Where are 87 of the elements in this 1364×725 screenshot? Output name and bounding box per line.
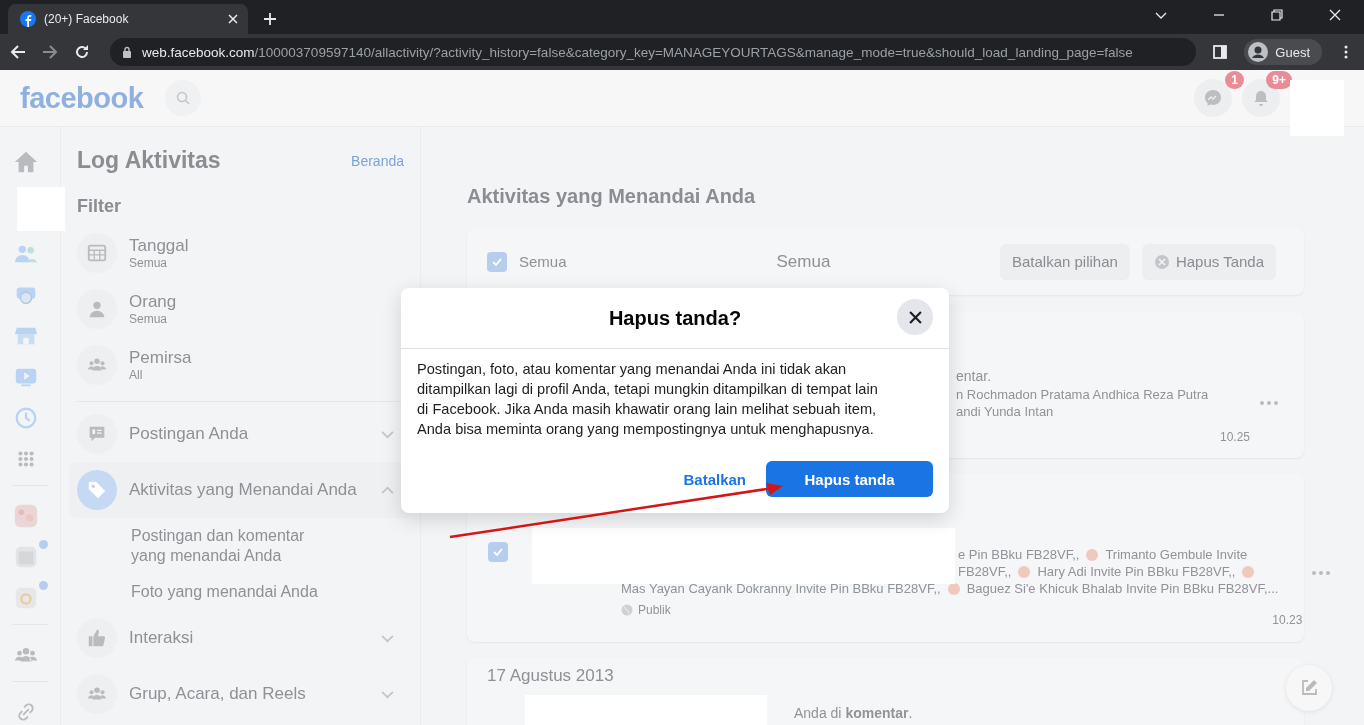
remove-tag-button[interactable]: Hapus Tanda [1141, 243, 1276, 280]
category-item[interactable]: Interaksi [69, 610, 412, 666]
activity-text: FB28VF,, [958, 564, 1012, 579]
cancel-button[interactable]: Batalkan [683, 470, 746, 488]
more-icon[interactable] [1260, 401, 1278, 405]
activity-text: n Rochmadon Pratama Andhica Reza Putra [956, 387, 1209, 402]
posts-icon [77, 414, 117, 454]
filter-heading: Filter [77, 196, 122, 217]
confirm-button[interactable]: Hapus tanda [766, 461, 933, 497]
facebook-icon [20, 11, 36, 27]
deselect-button[interactable]: Batalkan pilihan [999, 243, 1130, 280]
activity-text: e Pin BBku FB28VF,, [958, 547, 1080, 562]
home-link[interactable]: Beranda [351, 152, 404, 169]
chevron-down-icon [381, 633, 394, 643]
page-title: Aktivitas yang Menandai Anda [467, 185, 757, 208]
globe-icon [621, 604, 633, 616]
more-icon[interactable] [1312, 571, 1331, 575]
peach-icon [1242, 565, 1255, 578]
dialog-message: Postingan, foto, atau komentar yang menandai Anda ini tidak akan ditampilkan lagi di profil Anda, tetapi mungkin ditampilkan di tempat lain di Facebook. Jika Anda masih khawatir orang lain melihat sebuah item, Anda bisa meminta orang yang mempostingnya untuk menghapusnya. [416, 360, 879, 439]
close-icon[interactable] [1329, 9, 1341, 21]
subcategory-item[interactable]: Postingan dan komentar yang menandai Anda [77, 518, 331, 574]
activity-text: Anda di komentar. [794, 705, 914, 721]
browser-tab[interactable]: (20+) Facebook [8, 4, 248, 34]
chevron-down-icon [381, 429, 394, 439]
checkbox[interactable] [488, 542, 508, 562]
unread-dot [39, 581, 48, 590]
close-icon [908, 310, 922, 324]
profile-button[interactable]: Guest [1244, 39, 1322, 65]
close-icon[interactable] [228, 14, 238, 24]
checkbox-label: Semua [519, 253, 567, 270]
picture-icon [12, 503, 40, 529]
peach-icon [1018, 565, 1031, 578]
filter-dropdown[interactable]: Semua [776, 251, 831, 272]
avatar-icon [1248, 42, 1269, 62]
like-icon [77, 618, 117, 658]
calendar-icon [77, 233, 117, 273]
search-icon [175, 90, 192, 106]
chevron-down-icon [381, 689, 394, 699]
activity-text: entar. [956, 368, 992, 384]
people-icon [77, 345, 117, 385]
close-button[interactable] [897, 299, 933, 335]
notification-badge: 9+ [1266, 71, 1292, 89]
restore-icon[interactable] [1271, 9, 1283, 21]
back-icon[interactable] [10, 44, 26, 60]
notification-badge: 1 [1225, 71, 1244, 89]
date-heading: 17 Agustus 2013 [487, 666, 615, 686]
category-item[interactable]: Aktivitas yang Menandai Anda [69, 462, 412, 518]
category-item[interactable]: Postingan Anda [69, 406, 412, 462]
home-icon [12, 149, 40, 175]
people-icon [77, 674, 117, 714]
filter-item[interactable]: Tanggal Semua [77, 225, 404, 281]
filter-item[interactable]: Pemirsa All [77, 337, 404, 393]
new-tab-icon[interactable] [264, 13, 276, 25]
url-text: web.facebook.com/100003709597140/allactivity/?activity_history=false&category_key=MANAGEYOURTAGS&manage_mode=true&should_load_landing_page=false [142, 44, 1133, 60]
timestamp: 10.25 [1219, 430, 1250, 444]
sidebar-title: Log Aktivitas [77, 147, 221, 174]
address-bar[interactable]: web.facebook.com/100003709597140/allactivity/?activity_history=false&category_key=MANAGEYOURTAGS&manage_mode=true&should_load_landing_page=false [110, 38, 1197, 66]
edit-icon [1299, 678, 1319, 698]
subcategory-item[interactable]: Foto yang menandai Anda [77, 574, 331, 610]
forward-icon[interactable] [42, 44, 58, 60]
facebook-logo[interactable]: facebook [20, 81, 144, 115]
audience-label: Publik [638, 603, 671, 617]
search-button[interactable] [165, 80, 202, 116]
activity-text: andi Yunda Intan [956, 404, 1054, 419]
close-icon [1153, 253, 1170, 270]
peach-icon [1086, 548, 1099, 561]
person-icon [77, 289, 117, 329]
lock-icon [122, 46, 132, 58]
side-panel-icon[interactable] [1212, 44, 1229, 60]
checkmark-icon [492, 546, 504, 558]
new-message-button[interactable] [1286, 665, 1332, 711]
category-item[interactable]: Grup, Acara, dan Reels [69, 666, 412, 722]
activity-text: Trimanto Gembule Invite [1105, 547, 1248, 562]
tab-title: (20+) Facebook [44, 12, 130, 26]
dialog-title: Hapus tanda? [608, 306, 742, 330]
messenger-button[interactable] [1194, 79, 1232, 117]
activity-text: Hary Adi Invite Pin BBku FB28VF,, [1037, 564, 1236, 579]
tag-icon [77, 470, 117, 510]
activity-text: Baguez Si'e Khicuk Bhalab Invite Pin BBku FB28VF,... [966, 581, 1279, 596]
reload-icon[interactable] [74, 44, 90, 60]
activity-text: Mas Yayan Cayank Dokranny Invite Pin BBku FB28VF,, [621, 581, 941, 596]
unread-dot [39, 540, 48, 549]
filter-item[interactable]: Orang Semua [77, 281, 404, 337]
checkbox[interactable] [487, 251, 507, 272]
timestamp: 10.23 [1272, 613, 1303, 627]
messenger-icon [1203, 88, 1223, 108]
chevron-up-icon [381, 485, 394, 495]
